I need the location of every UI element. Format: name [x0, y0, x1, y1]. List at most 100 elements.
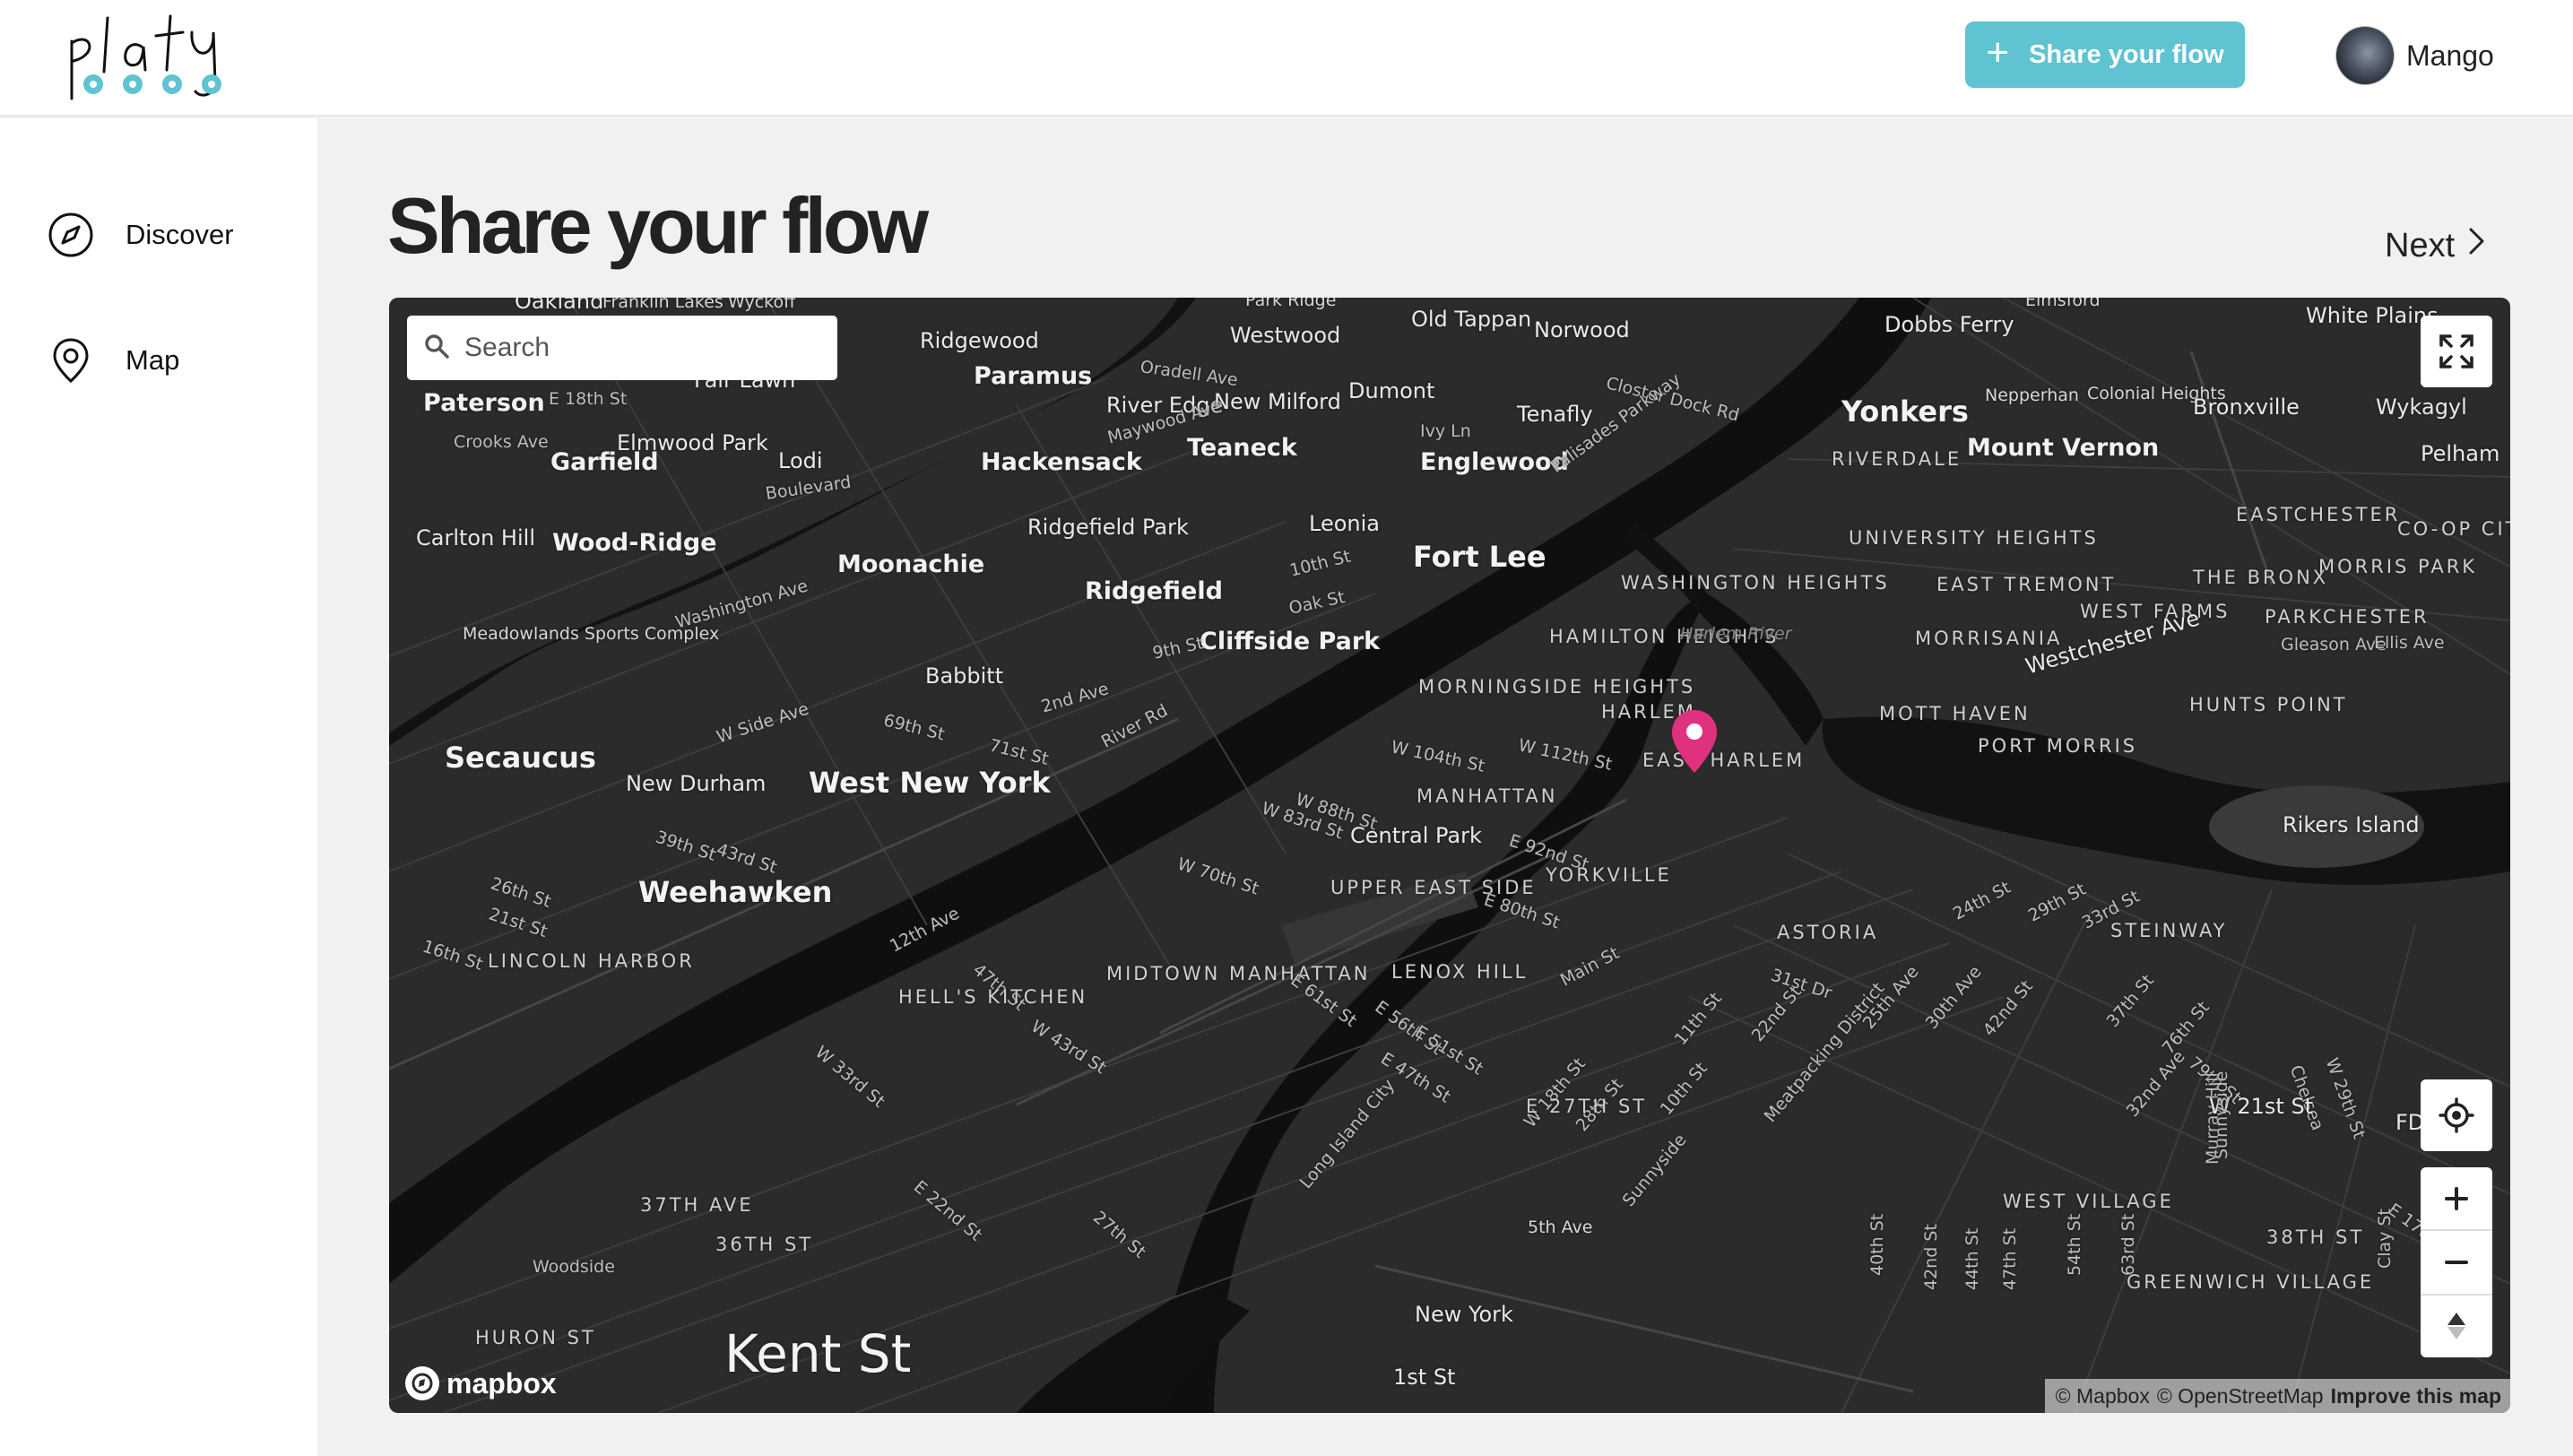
map-label: Moonachie — [837, 550, 985, 578]
map-label: PARKCHESTER — [2265, 606, 2430, 628]
map-label: Oakland — [515, 298, 604, 314]
map-label: Yonkers — [1841, 394, 1969, 429]
map-label: 5th Ave — [1528, 1218, 1593, 1237]
search-input[interactable] — [464, 333, 805, 363]
map-label: CO-OP CITY — [2397, 518, 2510, 540]
map-label: E 22nd St — [909, 1176, 986, 1245]
map-label: W 43rd St — [1027, 1016, 1110, 1079]
map-label: W 104th St — [1389, 737, 1487, 776]
search-icon — [423, 333, 450, 364]
map-label: Wykagyl — [2376, 394, 2467, 420]
map-label: HELL'S KITCHEN — [898, 986, 1088, 1008]
map-label: Franklin Lakes — [602, 298, 723, 312]
map-label: 9th St — [1150, 633, 1206, 663]
map-label: 39th St — [653, 827, 719, 865]
compass-needle-icon — [2447, 1313, 2465, 1340]
map-label: WEST VILLAGE — [2003, 1191, 2174, 1212]
map-label: Ridgewood — [920, 328, 1039, 353]
mapbox-logo-icon — [405, 1366, 439, 1400]
map-label: E 18th St — [549, 389, 628, 409]
map-label: MORNINGSIDE HEIGHTS — [1418, 676, 1696, 698]
map-label: Bronxville — [2193, 394, 2300, 420]
map-label: 2nd Ave — [1038, 679, 1112, 717]
map-label: Paramus — [974, 362, 1093, 390]
map-label: Carlton Hill — [416, 525, 535, 550]
attribution-mapbox-link[interactable]: © Mapbox — [2056, 1384, 2150, 1408]
map-label: W 29th St — [2321, 1055, 2369, 1142]
map-label: Secaucus — [445, 741, 596, 775]
map-label: Boulevard — [764, 472, 853, 504]
next-button[interactable]: Next — [2385, 226, 2487, 265]
map-label: 10th St — [1287, 546, 1353, 581]
map-label: Sunnyside — [1618, 1130, 1691, 1211]
crosshair-icon — [2439, 1097, 2474, 1133]
map-label: Lodi — [778, 448, 823, 473]
sidebar-item-map[interactable]: Map — [47, 334, 179, 387]
map-label: Mount Vernon — [1967, 434, 2160, 462]
zoom-in-button[interactable] — [2421, 1167, 2492, 1229]
map-label: 69th St — [881, 710, 947, 745]
zoom-out-button[interactable] — [2421, 1229, 2492, 1293]
avatar[interactable] — [2336, 27, 2394, 84]
map-label: Englewood — [1420, 448, 1569, 476]
map-label: 76th St — [2158, 997, 2213, 1059]
share-your-flow-button[interactable]: + Share your flow — [1965, 22, 2245, 88]
map-label: White Plains — [2306, 303, 2439, 328]
sidebar-item-discover[interactable]: Discover — [47, 208, 234, 262]
map-label: River Rd — [1097, 700, 1172, 752]
map-label: Harlem River — [1680, 624, 1792, 644]
map-marker[interactable] — [1669, 708, 1720, 776]
map-label: MIDTOWN MANHATTAN — [1106, 963, 1371, 984]
map-label: W Side Ave — [714, 698, 811, 748]
map-label: PORT MORRIS — [1978, 735, 2138, 757]
map-label: Teaneck — [1187, 434, 1297, 462]
map-label: 44th St — [1962, 1227, 1982, 1290]
zoom-controls — [2421, 1167, 2492, 1357]
geolocate-button[interactable] — [2421, 1079, 2492, 1151]
user-menu[interactable]: Mango — [2336, 27, 2494, 84]
map-label: Tenafly — [1517, 402, 1593, 427]
platy-logo[interactable] — [65, 5, 244, 104]
map-label: Wood-Ridge — [552, 529, 717, 557]
map-label: HURON ST — [475, 1327, 596, 1348]
map-label: MORRISANIA — [1915, 628, 2063, 649]
user-name: Mango — [2406, 39, 2494, 72]
map-label: 16th St — [420, 936, 486, 975]
improve-map-link[interactable]: Improve this map — [2331, 1384, 2501, 1408]
next-label: Next — [2385, 226, 2456, 264]
map-label: 54th St — [2065, 1213, 2084, 1276]
map-label: 42nd St — [1921, 1224, 1941, 1290]
map-label: Ridgefield Park — [1027, 515, 1189, 540]
fullscreen-button[interactable] — [2421, 316, 2492, 387]
attribution-osm-link[interactable]: © OpenStreetMap — [2157, 1384, 2324, 1408]
map-label: Wyckoff — [728, 298, 796, 312]
map-label: THE BRONX — [2193, 567, 2329, 588]
map-label: Rikers Island — [2283, 812, 2420, 837]
map-label: 36TH ST — [715, 1234, 814, 1255]
map-label: 29th St — [2024, 879, 2090, 926]
map-label: W 70th St — [1174, 854, 1261, 899]
map-label: Westwood — [1230, 323, 1341, 348]
map-label: Central Park — [1350, 823, 1482, 848]
map-label: Fort Lee — [1413, 540, 1546, 574]
sidebar-item-label: Map — [126, 344, 180, 376]
reset-bearing-button[interactable] — [2421, 1293, 2492, 1357]
map-label: MANHATTAN — [1416, 785, 1558, 807]
map-label: 43rd St — [714, 839, 780, 878]
map-label: Main St — [1556, 942, 1623, 991]
map-search[interactable] — [407, 316, 837, 380]
top-bar: + Share your flow Mango — [0, 0, 2573, 117]
map-label: Crooks Ave — [454, 432, 549, 452]
map-label: 47th St — [2000, 1227, 2020, 1290]
map-canvas[interactable]: Oakland Franklin Lakes Wyckoff Park Ridge Ol… — [389, 298, 2510, 1413]
map-label: New Milford — [1214, 389, 1341, 414]
map-label: Park Ridge — [1245, 298, 1337, 310]
map-label: EAST HARLEM — [1642, 750, 1806, 771]
map-label: Ellis Ave — [2374, 633, 2445, 653]
map-label: E 27TH ST — [1526, 1096, 1648, 1117]
map-label: 27th St — [1088, 1207, 1150, 1262]
compass-icon — [47, 211, 95, 259]
mapbox-logo[interactable]: mapbox — [405, 1366, 557, 1400]
map-label: 1st St — [1393, 1365, 1456, 1390]
map-label: 63rd St — [2118, 1213, 2138, 1276]
